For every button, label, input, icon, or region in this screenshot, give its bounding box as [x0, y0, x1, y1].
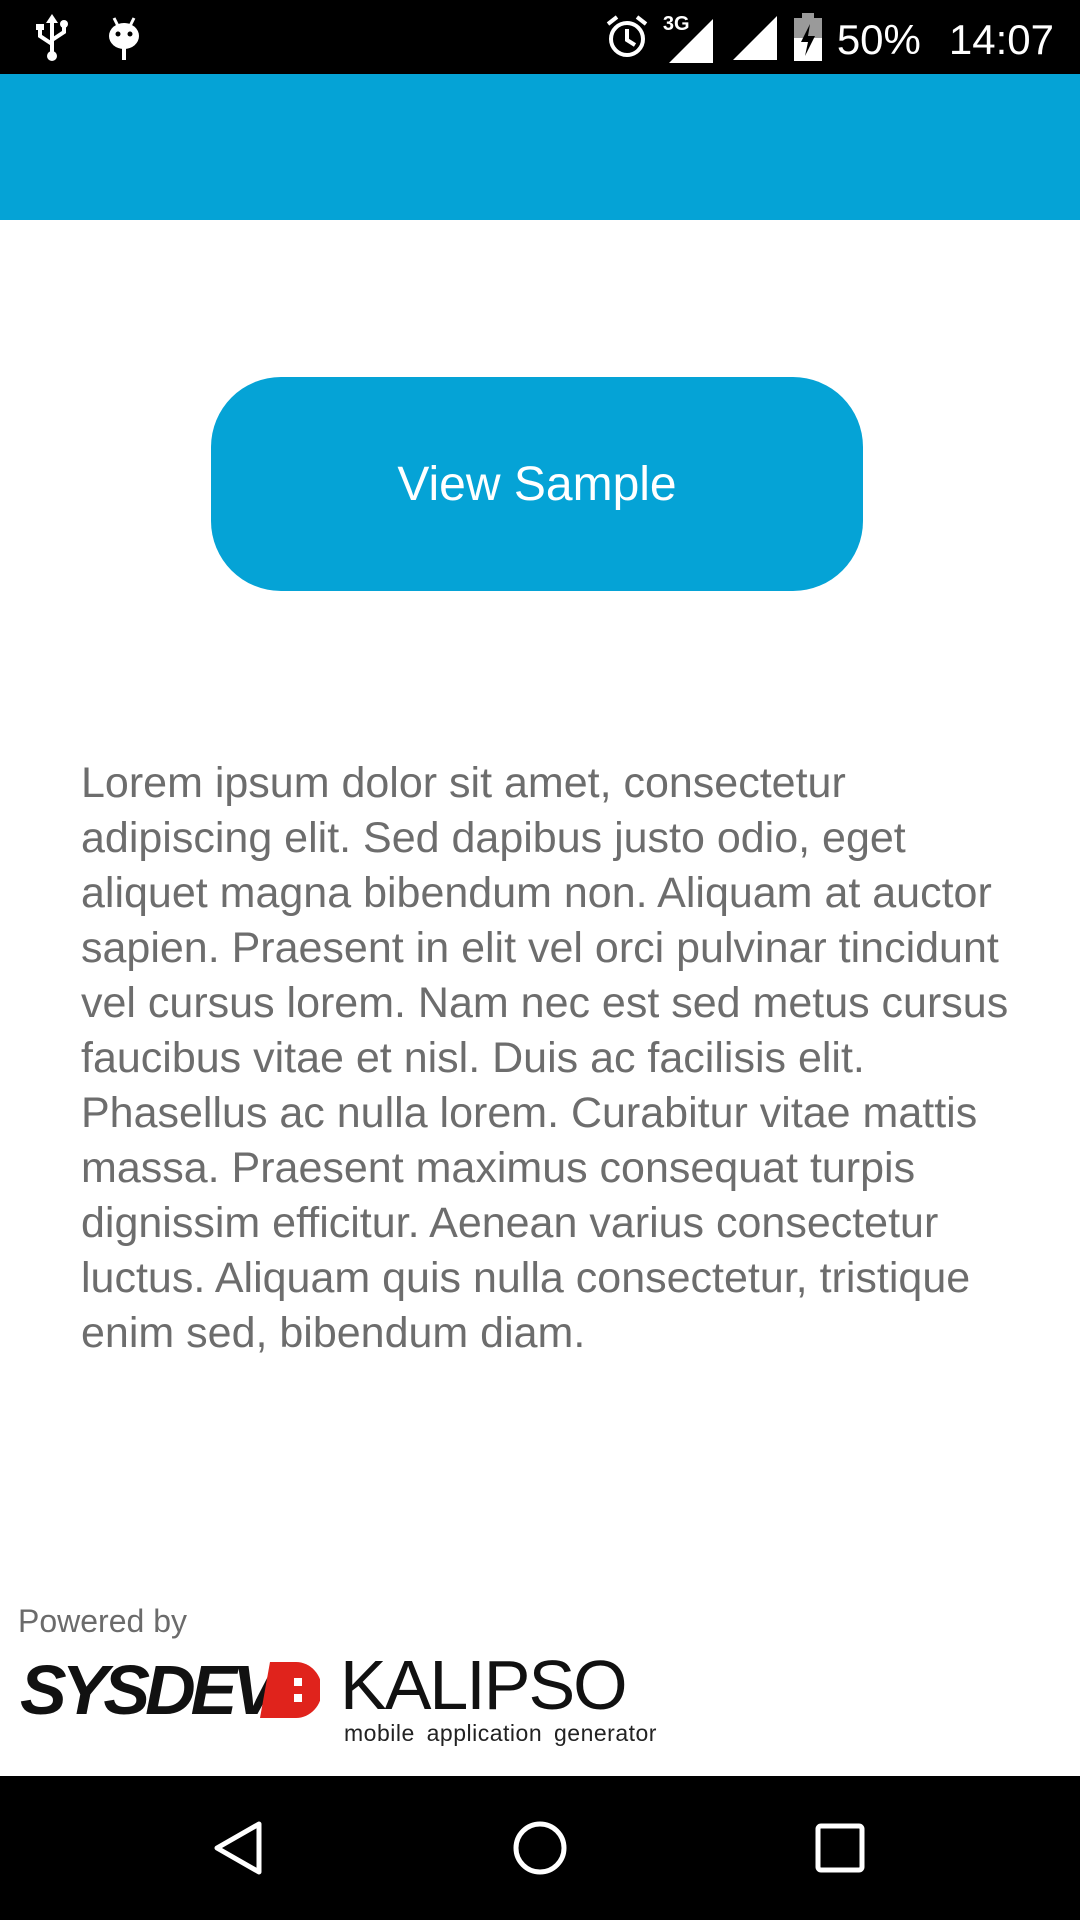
usb-icon: [34, 14, 70, 67]
alarm-icon: [605, 14, 649, 65]
kalipso-logo: KALIPSO mobile application generator: [340, 1649, 657, 1745]
body-paragraph: Lorem ipsum dolor sit amet, consectetur …: [81, 759, 1009, 1357]
footer-logos: SYSDEV KALIPSO mobile application genera…: [20, 1649, 657, 1745]
home-icon: [513, 1821, 567, 1875]
app-bar: [0, 74, 1080, 220]
navigation-bar: [0, 1776, 1080, 1920]
status-bar: 3G 50% 14:07: [0, 0, 1080, 74]
view-sample-button[interactable]: View Sample: [211, 377, 863, 591]
battery-percent: 50%: [836, 15, 921, 63]
android-debug-icon: [106, 14, 142, 67]
signal-icon: [731, 12, 779, 67]
signal-3g-icon: 3G: [663, 13, 717, 65]
powered-by-label: Powered by: [18, 1603, 187, 1639]
back-button[interactable]: [203, 1812, 275, 1884]
clock: 14:07: [948, 15, 1054, 63]
kalipso-tagline: mobile application generator: [344, 1720, 657, 1746]
status-right: 3G 50% 14:07: [605, 12, 1054, 67]
home-button[interactable]: [504, 1812, 576, 1884]
kalipso-logo-text: KALIPSO: [340, 1646, 628, 1724]
sysdev-mark-icon: [260, 1662, 320, 1718]
battery-charging-icon: [793, 12, 823, 67]
recents-button[interactable]: [804, 1812, 876, 1884]
status-left: [34, 14, 142, 67]
recents-icon: [815, 1823, 865, 1873]
back-icon: [214, 1821, 262, 1875]
sysdev-logo-text: SYSDEV: [20, 1651, 279, 1729]
screen: 3G 50% 14:07 View Sample Lorem ipsum dol…: [0, 0, 1080, 1920]
sysdev-logo: SYSDEV: [20, 1655, 320, 1725]
